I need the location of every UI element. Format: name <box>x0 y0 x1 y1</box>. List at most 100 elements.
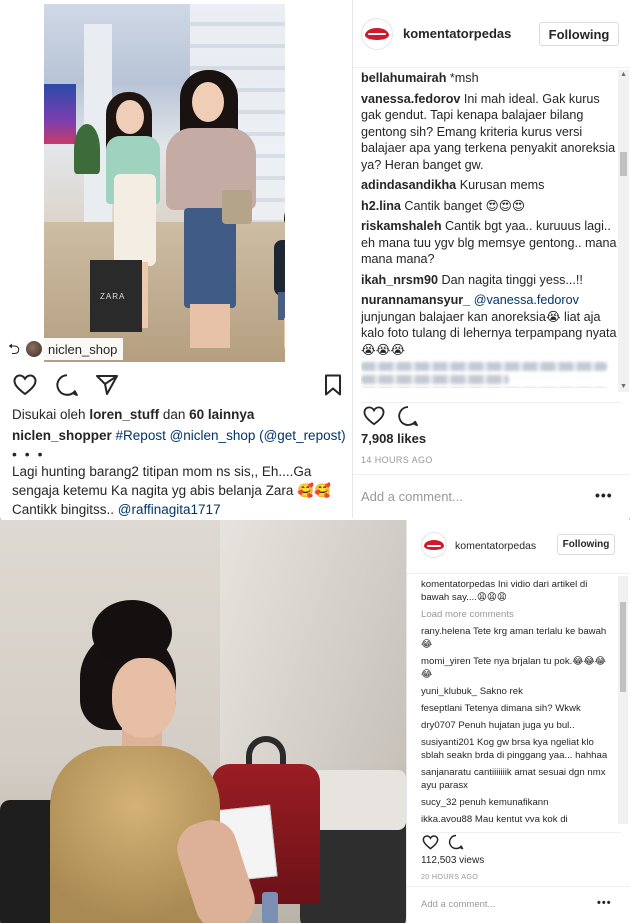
post-username[interactable]: komentatorpedas <box>403 26 511 41</box>
photo-plant <box>74 124 100 174</box>
repost-username: niclen_shop <box>48 341 118 357</box>
post-timestamp: 14 HOURS AGO <box>361 455 433 465</box>
comment-text: Cantik banget 😍😍😍 <box>404 198 525 213</box>
post-action-bar <box>361 402 621 429</box>
post-photo[interactable]: ZARA <box>44 4 285 362</box>
following-button[interactable]: Following <box>557 534 615 555</box>
post-username[interactable]: komentatorpedas <box>455 540 536 552</box>
more-options-icon[interactable]: ••• <box>597 897 612 909</box>
share-icon[interactable] <box>94 372 120 398</box>
scroll-thumb[interactable] <box>620 602 626 692</box>
scroll-thumb[interactable] <box>620 152 627 176</box>
comment-username[interactable]: sanjanaratu <box>421 767 471 778</box>
comment-item: dry0707 Penuh hujatan juga yu bul.. <box>421 719 617 732</box>
likes-others-link[interactable]: 60 lainnya <box>189 407 254 422</box>
comment-username[interactable]: yuni_klubuk_ <box>421 686 477 697</box>
caption-username[interactable]: niclen_shopper <box>12 428 112 443</box>
comment-mention[interactable]: @vanessa.fedorov <box>474 293 579 307</box>
views-count[interactable]: 112,503 views <box>421 855 484 866</box>
add-comment-input[interactable]: Add a comment... <box>421 899 495 910</box>
scrollbar[interactable] <box>618 576 628 824</box>
child-legs <box>284 318 285 348</box>
blurred-comment <box>361 375 510 384</box>
scroll-up-icon[interactable]: ▲ <box>618 70 629 80</box>
photo-screen <box>44 84 76 144</box>
scroll-down-icon[interactable]: ▼ <box>618 382 629 392</box>
more-options-icon[interactable]: ••• <box>595 487 613 503</box>
likes-user-link[interactable]: loren_stuff <box>89 407 159 422</box>
comment-item: h2.lina Cantik banget 😍😍😍 <box>361 198 617 215</box>
caption-dots: • • • <box>12 446 45 462</box>
comment-item: ikka.ayou88 Mau kentut yya kok di <box>421 813 617 822</box>
comment-item: momi_yiren Tete nya brjalan tu pok.😂😂😂😂 <box>421 655 617 681</box>
caption-repost-tags[interactable]: #Repost @niclen_shop (@get_repost) <box>116 428 346 443</box>
comment-username[interactable]: ikah_nrsm90 <box>361 273 438 287</box>
add-comment-input[interactable]: Add a comment... <box>361 489 463 504</box>
comment-text: Penuh hujatan juga yu bul.. <box>458 720 575 731</box>
comment-text: penuh kemunafikann <box>459 797 549 808</box>
comment-username[interactable]: momi_yiren <box>421 656 471 667</box>
comment-list: bellahumairah *msh vanessa.fedorov Ini ma… <box>361 70 617 388</box>
repost-icon: ⮌ <box>8 340 21 358</box>
heart-icon[interactable] <box>361 403 387 429</box>
scrollbar[interactable]: ▲ ▼ <box>618 70 629 392</box>
comment-text: Tetenya dimana sih? Wkwk <box>464 703 581 714</box>
likes-connector: dan <box>162 407 186 422</box>
comment-item: nurannamansyur_ @vanessa.fedorov junjung… <box>361 292 617 358</box>
comment-item: sucy_32 penuh kemunafikann <box>421 796 617 809</box>
comment-username[interactable]: komentatorpedas <box>421 579 495 590</box>
comment-icon[interactable] <box>447 833 465 851</box>
comment-username[interactable]: h2.lina <box>361 199 401 213</box>
following-button[interactable]: Following <box>539 22 619 46</box>
likes-summary: Disukai oleh loren_stuff dan 60 lainnya <box>12 407 254 422</box>
post-header: komentatorpedas Following <box>407 520 630 574</box>
bookmark-icon[interactable] <box>320 372 346 398</box>
comment-icon[interactable] <box>54 372 80 398</box>
caption-mention[interactable]: @raffinagita1717 <box>118 502 221 517</box>
avatar[interactable] <box>361 18 393 50</box>
comment-username[interactable]: riskamshaleh <box>361 219 442 233</box>
comment-username[interactable]: bellahumairah <box>361 71 446 85</box>
comment-item: susiyanti201 Kog gw brsa kya ngeliat klo… <box>421 736 617 762</box>
comment-username[interactable]: ikka.ayou88 <box>421 814 472 822</box>
person-2-face <box>192 82 224 122</box>
bag-brand-text: ZARA <box>100 292 126 301</box>
comment-item: vanessa.fedorov Ini mah ideal. Gak kurus… <box>361 91 617 174</box>
post-header: komentatorpedas Following <box>353 0 630 68</box>
comment-item: bellahumairah *msh <box>361 70 617 87</box>
web-comments-panel-top: komentatorpedas Following bellahumairah … <box>352 0 630 518</box>
caption-line: sengaja ketemu Ka nagita yg abis belanja… <box>12 483 331 498</box>
video-woman-hair-bun <box>92 600 172 666</box>
repost-badge[interactable]: ⮌ niclen_shop <box>4 338 124 360</box>
child-shirt <box>274 240 285 296</box>
heart-icon[interactable] <box>421 833 439 851</box>
lips-logo-icon <box>424 540 444 550</box>
comment-item: riskamshaleh Cantik bgt yaa.. kuruuus la… <box>361 218 617 268</box>
load-more-comments-link[interactable]: Load more comments <box>421 608 617 621</box>
person-2-handbag <box>222 190 252 224</box>
video-wall <box>220 520 406 780</box>
comment-username[interactable]: dry0707 <box>421 720 456 731</box>
comment-text: Sakno rek <box>479 686 523 697</box>
heart-icon[interactable] <box>12 372 38 398</box>
comment-username[interactable]: sucy_32 <box>421 797 457 808</box>
comment-username[interactable]: adindasandikha <box>361 178 456 192</box>
video-woman-face <box>112 658 176 738</box>
caption-header: niclen_shopper #Repost @niclen_shop (@ge… <box>12 428 346 443</box>
zara-shopping-bag: ZARA <box>90 260 142 332</box>
comment-username[interactable]: susiyanti201 <box>421 737 474 748</box>
comment-username[interactable]: vanessa.fedorov <box>361 92 460 106</box>
lips-logo-icon <box>365 28 389 40</box>
likes-count[interactable]: 7,908 likes <box>361 431 426 446</box>
comment-icon[interactable] <box>395 403 421 429</box>
comment-username[interactable]: rany.helena <box>421 626 470 637</box>
comment-text: Dan nagita tinggi yess...!! <box>441 272 583 287</box>
comment-username[interactable]: feseptlani <box>421 703 462 714</box>
avatar[interactable] <box>421 532 447 558</box>
comment-item: ikah_nrsm90 Dan nagita tinggi yess...!! <box>361 272 617 289</box>
person-1-face <box>116 100 144 134</box>
caption-comment: komentatorpedas Ini vidio dari artikel d… <box>421 578 617 604</box>
add-comment-bar: Add a comment... ••• <box>353 474 630 518</box>
video-frame[interactable] <box>0 520 406 923</box>
comment-username[interactable]: nurannamansyur_ <box>361 293 470 307</box>
